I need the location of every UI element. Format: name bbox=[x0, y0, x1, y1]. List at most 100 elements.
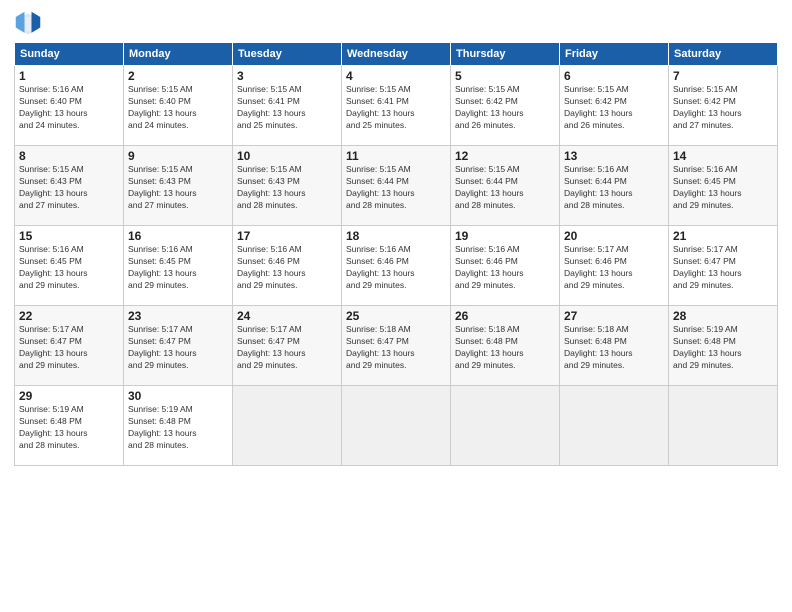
day-info: Sunrise: 5:18 AM Sunset: 6:47 PM Dayligh… bbox=[346, 324, 446, 372]
calendar-cell: 17Sunrise: 5:16 AM Sunset: 6:46 PM Dayli… bbox=[233, 226, 342, 306]
day-info: Sunrise: 5:19 AM Sunset: 6:48 PM Dayligh… bbox=[19, 404, 119, 452]
day-info: Sunrise: 5:17 AM Sunset: 6:47 PM Dayligh… bbox=[128, 324, 228, 372]
weekday-header-friday: Friday bbox=[560, 43, 669, 66]
day-info: Sunrise: 5:17 AM Sunset: 6:47 PM Dayligh… bbox=[19, 324, 119, 372]
calendar-week-row-2: 8Sunrise: 5:15 AM Sunset: 6:43 PM Daylig… bbox=[15, 146, 778, 226]
day-info: Sunrise: 5:15 AM Sunset: 6:42 PM Dayligh… bbox=[564, 84, 664, 132]
day-info: Sunrise: 5:19 AM Sunset: 6:48 PM Dayligh… bbox=[673, 324, 773, 372]
day-info: Sunrise: 5:16 AM Sunset: 6:45 PM Dayligh… bbox=[128, 244, 228, 292]
day-number: 26 bbox=[455, 309, 555, 323]
day-number: 8 bbox=[19, 149, 119, 163]
day-info: Sunrise: 5:16 AM Sunset: 6:45 PM Dayligh… bbox=[673, 164, 773, 212]
day-info: Sunrise: 5:18 AM Sunset: 6:48 PM Dayligh… bbox=[455, 324, 555, 372]
calendar-cell: 20Sunrise: 5:17 AM Sunset: 6:46 PM Dayli… bbox=[560, 226, 669, 306]
day-info: Sunrise: 5:15 AM Sunset: 6:41 PM Dayligh… bbox=[346, 84, 446, 132]
day-number: 1 bbox=[19, 69, 119, 83]
day-number: 17 bbox=[237, 229, 337, 243]
day-number: 14 bbox=[673, 149, 773, 163]
day-info: Sunrise: 5:15 AM Sunset: 6:44 PM Dayligh… bbox=[346, 164, 446, 212]
day-info: Sunrise: 5:17 AM Sunset: 6:47 PM Dayligh… bbox=[673, 244, 773, 292]
calendar-cell: 13Sunrise: 5:16 AM Sunset: 6:44 PM Dayli… bbox=[560, 146, 669, 226]
weekday-header-saturday: Saturday bbox=[669, 43, 778, 66]
calendar-cell: 1Sunrise: 5:16 AM Sunset: 6:40 PM Daylig… bbox=[15, 66, 124, 146]
day-info: Sunrise: 5:15 AM Sunset: 6:43 PM Dayligh… bbox=[128, 164, 228, 212]
day-number: 25 bbox=[346, 309, 446, 323]
calendar-cell: 24Sunrise: 5:17 AM Sunset: 6:47 PM Dayli… bbox=[233, 306, 342, 386]
day-number: 22 bbox=[19, 309, 119, 323]
day-number: 29 bbox=[19, 389, 119, 403]
calendar-cell: 23Sunrise: 5:17 AM Sunset: 6:47 PM Dayli… bbox=[124, 306, 233, 386]
calendar-cell: 30Sunrise: 5:19 AM Sunset: 6:48 PM Dayli… bbox=[124, 386, 233, 466]
logo bbox=[14, 10, 46, 38]
day-number: 18 bbox=[346, 229, 446, 243]
calendar-cell bbox=[451, 386, 560, 466]
day-info: Sunrise: 5:15 AM Sunset: 6:40 PM Dayligh… bbox=[128, 84, 228, 132]
calendar-cell bbox=[233, 386, 342, 466]
day-number: 19 bbox=[455, 229, 555, 243]
day-info: Sunrise: 5:15 AM Sunset: 6:43 PM Dayligh… bbox=[19, 164, 119, 212]
day-info: Sunrise: 5:16 AM Sunset: 6:46 PM Dayligh… bbox=[346, 244, 446, 292]
calendar-cell: 28Sunrise: 5:19 AM Sunset: 6:48 PM Dayli… bbox=[669, 306, 778, 386]
calendar-week-row-5: 29Sunrise: 5:19 AM Sunset: 6:48 PM Dayli… bbox=[15, 386, 778, 466]
day-info: Sunrise: 5:16 AM Sunset: 6:44 PM Dayligh… bbox=[564, 164, 664, 212]
calendar-table: SundayMondayTuesdayWednesdayThursdayFrid… bbox=[14, 42, 778, 466]
day-number: 3 bbox=[237, 69, 337, 83]
day-number: 30 bbox=[128, 389, 228, 403]
day-info: Sunrise: 5:15 AM Sunset: 6:42 PM Dayligh… bbox=[455, 84, 555, 132]
day-info: Sunrise: 5:16 AM Sunset: 6:46 PM Dayligh… bbox=[455, 244, 555, 292]
day-number: 4 bbox=[346, 69, 446, 83]
day-number: 9 bbox=[128, 149, 228, 163]
calendar-cell bbox=[669, 386, 778, 466]
day-info: Sunrise: 5:17 AM Sunset: 6:47 PM Dayligh… bbox=[237, 324, 337, 372]
calendar-cell: 27Sunrise: 5:18 AM Sunset: 6:48 PM Dayli… bbox=[560, 306, 669, 386]
day-number: 28 bbox=[673, 309, 773, 323]
day-number: 13 bbox=[564, 149, 664, 163]
calendar-cell: 12Sunrise: 5:15 AM Sunset: 6:44 PM Dayli… bbox=[451, 146, 560, 226]
day-number: 16 bbox=[128, 229, 228, 243]
day-number: 6 bbox=[564, 69, 664, 83]
day-number: 11 bbox=[346, 149, 446, 163]
day-info: Sunrise: 5:17 AM Sunset: 6:46 PM Dayligh… bbox=[564, 244, 664, 292]
day-info: Sunrise: 5:15 AM Sunset: 6:41 PM Dayligh… bbox=[237, 84, 337, 132]
calendar-cell: 14Sunrise: 5:16 AM Sunset: 6:45 PM Dayli… bbox=[669, 146, 778, 226]
calendar-cell bbox=[342, 386, 451, 466]
day-info: Sunrise: 5:16 AM Sunset: 6:40 PM Dayligh… bbox=[19, 84, 119, 132]
calendar-cell: 21Sunrise: 5:17 AM Sunset: 6:47 PM Dayli… bbox=[669, 226, 778, 306]
day-info: Sunrise: 5:18 AM Sunset: 6:48 PM Dayligh… bbox=[564, 324, 664, 372]
day-number: 21 bbox=[673, 229, 773, 243]
day-number: 7 bbox=[673, 69, 773, 83]
calendar-cell: 29Sunrise: 5:19 AM Sunset: 6:48 PM Dayli… bbox=[15, 386, 124, 466]
calendar-week-row-3: 15Sunrise: 5:16 AM Sunset: 6:45 PM Dayli… bbox=[15, 226, 778, 306]
calendar-cell: 11Sunrise: 5:15 AM Sunset: 6:44 PM Dayli… bbox=[342, 146, 451, 226]
day-info: Sunrise: 5:15 AM Sunset: 6:42 PM Dayligh… bbox=[673, 84, 773, 132]
calendar-cell: 6Sunrise: 5:15 AM Sunset: 6:42 PM Daylig… bbox=[560, 66, 669, 146]
calendar-cell: 8Sunrise: 5:15 AM Sunset: 6:43 PM Daylig… bbox=[15, 146, 124, 226]
weekday-header-tuesday: Tuesday bbox=[233, 43, 342, 66]
weekday-header-row: SundayMondayTuesdayWednesdayThursdayFrid… bbox=[15, 43, 778, 66]
calendar-week-row-1: 1Sunrise: 5:16 AM Sunset: 6:40 PM Daylig… bbox=[15, 66, 778, 146]
calendar-cell: 4Sunrise: 5:15 AM Sunset: 6:41 PM Daylig… bbox=[342, 66, 451, 146]
day-number: 15 bbox=[19, 229, 119, 243]
day-number: 12 bbox=[455, 149, 555, 163]
day-number: 5 bbox=[455, 69, 555, 83]
calendar-cell: 16Sunrise: 5:16 AM Sunset: 6:45 PM Dayli… bbox=[124, 226, 233, 306]
calendar-cell: 9Sunrise: 5:15 AM Sunset: 6:43 PM Daylig… bbox=[124, 146, 233, 226]
day-info: Sunrise: 5:16 AM Sunset: 6:46 PM Dayligh… bbox=[237, 244, 337, 292]
calendar-cell: 2Sunrise: 5:15 AM Sunset: 6:40 PM Daylig… bbox=[124, 66, 233, 146]
weekday-header-sunday: Sunday bbox=[15, 43, 124, 66]
weekday-header-thursday: Thursday bbox=[451, 43, 560, 66]
calendar-cell: 7Sunrise: 5:15 AM Sunset: 6:42 PM Daylig… bbox=[669, 66, 778, 146]
day-number: 2 bbox=[128, 69, 228, 83]
weekday-header-wednesday: Wednesday bbox=[342, 43, 451, 66]
logo-icon bbox=[14, 10, 42, 38]
day-number: 23 bbox=[128, 309, 228, 323]
weekday-header-monday: Monday bbox=[124, 43, 233, 66]
calendar-cell: 25Sunrise: 5:18 AM Sunset: 6:47 PM Dayli… bbox=[342, 306, 451, 386]
day-info: Sunrise: 5:16 AM Sunset: 6:45 PM Dayligh… bbox=[19, 244, 119, 292]
header bbox=[14, 10, 778, 38]
calendar-cell: 19Sunrise: 5:16 AM Sunset: 6:46 PM Dayli… bbox=[451, 226, 560, 306]
day-number: 10 bbox=[237, 149, 337, 163]
calendar-cell: 26Sunrise: 5:18 AM Sunset: 6:48 PM Dayli… bbox=[451, 306, 560, 386]
calendar-page: SundayMondayTuesdayWednesdayThursdayFrid… bbox=[0, 0, 792, 612]
day-info: Sunrise: 5:15 AM Sunset: 6:44 PM Dayligh… bbox=[455, 164, 555, 212]
